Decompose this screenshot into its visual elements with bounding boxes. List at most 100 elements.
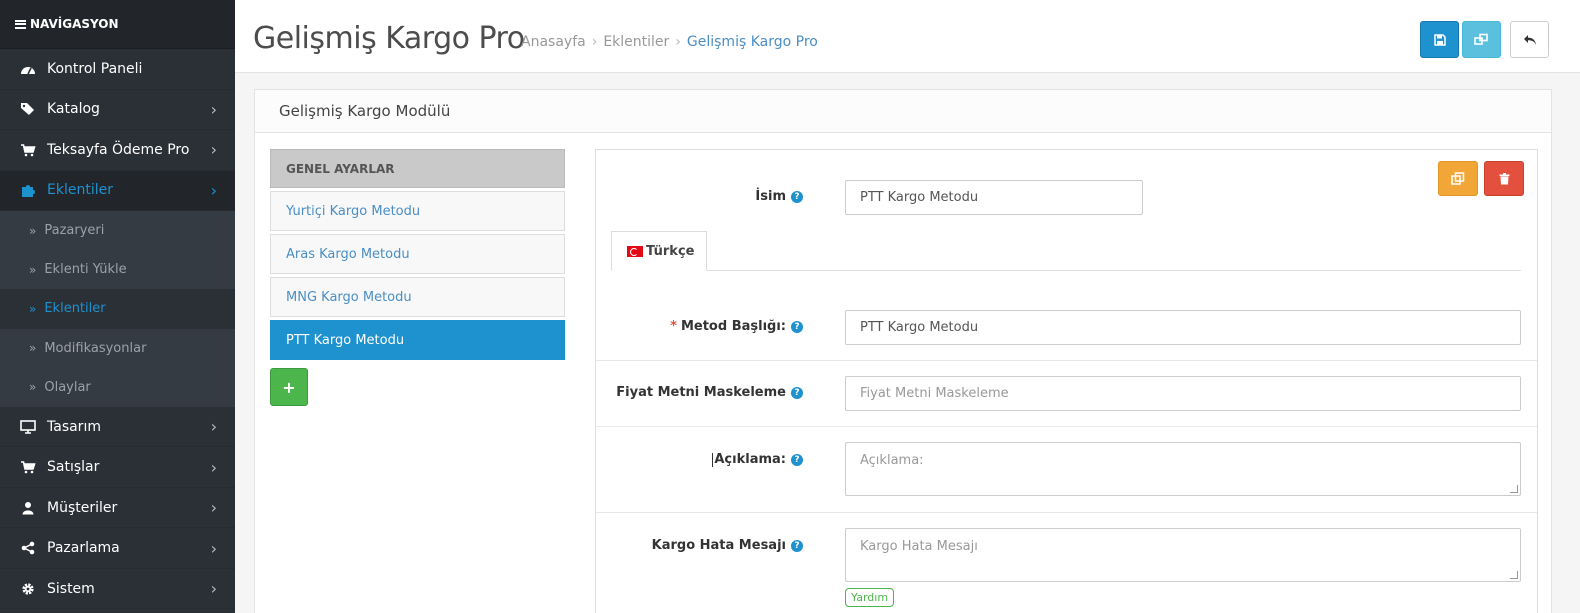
dashboard-icon <box>19 60 37 78</box>
sidebar-subitem-installer[interactable]: » Eklenti Yükle <box>0 250 235 289</box>
sidebar-item-catalog[interactable]: Katalog › <box>0 90 235 130</box>
sidebar-subitem-events[interactable]: » Olaylar <box>0 368 235 407</box>
help-badge[interactable]: Yardım <box>845 588 895 607</box>
double-chevron-icon: » <box>29 223 37 238</box>
sidebar-subitem-modifications[interactable]: » Modifikasyonlar <box>0 329 235 368</box>
sidebar-item-design[interactable]: Tasarım › <box>0 407 235 448</box>
chevron-right-icon: › <box>210 457 217 477</box>
sidebar-subitem-label: Olaylar <box>44 379 91 395</box>
sidebar-item-label: Katalog <box>47 101 100 118</box>
name-input[interactable]: PTT Kargo Metodu <box>845 180 1143 215</box>
double-chevron-icon: » <box>29 380 37 395</box>
sidebar-item-label: Müşteriler <box>47 499 118 516</box>
name-row: İsim ? PTT Kargo Metodu <box>596 180 1537 215</box>
page-header: Gelişmiş Kargo Pro Anasayfa › Eklentiler… <box>235 0 1580 73</box>
copy-icon <box>1474 33 1488 45</box>
help-icon[interactable]: ? <box>791 190 803 203</box>
cart-icon <box>19 458 37 476</box>
user-icon <box>19 499 37 517</box>
save-icon <box>1433 33 1446 46</box>
method-title-label-text: Metod Başlığı: <box>680 319 786 334</box>
help-icon[interactable]: ? <box>791 320 803 333</box>
cart-icon <box>19 141 37 159</box>
navigation-header-label: NAVİGASYON <box>30 17 119 31</box>
breadcrumb-extensions[interactable]: Eklentiler <box>603 34 669 50</box>
error-message-label: Kargo Hata Mesajı ? <box>652 538 803 553</box>
sidebar-item-label: Tasarım <box>47 418 101 435</box>
sidebar-item-dashboard[interactable]: Kontrol Paneli <box>0 49 235 90</box>
sidebar-subitem-extensions[interactable]: » Eklentiler <box>0 289 235 329</box>
method-item-mng[interactable]: MNG Kargo Metodu <box>270 277 565 317</box>
sidebar-item-system[interactable]: Sistem › <box>0 569 235 610</box>
description-label-text: Açıklama: <box>714 452 786 467</box>
description-textarea[interactable]: Açıklama: <box>845 442 1521 496</box>
required-mark: * <box>670 319 677 334</box>
navigation-header[interactable]: NAVİGASYON <box>0 0 235 49</box>
method-form: İsim ? PTT Kargo Metodu Türkçe * Metod B… <box>595 149 1538 613</box>
chevron-right-icon: › <box>210 180 217 200</box>
error-message-row: Kargo Hata Mesajı ? Kargo Hata Mesajı <box>596 528 1537 583</box>
sidebar-item-sales[interactable]: Satışlar › <box>0 447 235 488</box>
sidebar-item-extensions[interactable]: Eklentiler › <box>0 170 235 211</box>
share-icon <box>19 539 37 557</box>
hamburger-icon <box>15 19 26 29</box>
sidebar-item-label: Satışlar <box>47 459 100 476</box>
sidebar-item-label: Pazarlama <box>47 540 120 557</box>
plus-icon: + <box>282 377 296 397</box>
help-icon[interactable]: ? <box>791 539 803 552</box>
sidebar: NAVİGASYON Kontrol Paneli Katalog › Teks… <box>0 0 235 613</box>
breadcrumb-current[interactable]: Gelişmiş Kargo Pro <box>687 34 818 50</box>
turkey-flag-icon <box>627 245 643 257</box>
sidebar-subitem-label: Eklenti Yükle <box>44 262 127 278</box>
description-label: Açıklama: ? <box>712 452 803 467</box>
description-row: Açıklama: ? Açıklama: <box>596 442 1537 497</box>
sidebar-subitem-label: Pazaryeri <box>44 223 105 239</box>
save-and-stay-button[interactable] <box>1462 21 1501 58</box>
help-icon[interactable]: ? <box>791 453 803 466</box>
method-title-label: * Metod Başlığı: ? <box>670 319 803 334</box>
name-label: İsim ? <box>755 189 803 204</box>
method-item-ptt[interactable]: PTT Kargo Metodu <box>270 320 565 360</box>
method-title-input[interactable]: PTT Kargo Metodu <box>845 310 1521 345</box>
double-chevron-icon: » <box>29 262 37 277</box>
sidebar-item-label: Eklentiler <box>47 182 113 199</box>
sidebar-item-customers[interactable]: Müşteriler › <box>0 488 235 529</box>
divider <box>596 512 1537 513</box>
tab-turkish[interactable]: Türkçe <box>611 231 707 271</box>
divider <box>596 426 1537 427</box>
sidebar-item-marketing[interactable]: Pazarlama › <box>0 528 235 569</box>
back-button[interactable] <box>1510 21 1549 58</box>
sidebar-subitem-marketplace[interactable]: » Pazaryeri <box>0 211 235 250</box>
module-panel: Gelişmiş Kargo Modülü GENEL AYARLAR Yurt… <box>254 89 1552 613</box>
sidebar-item-teksayfa[interactable]: Teksayfa Ödeme Pro › <box>0 130 235 171</box>
breadcrumb: Anasayfa › Eklentiler › Gelişmiş Kargo P… <box>521 34 824 50</box>
chevron-right-icon: › <box>210 99 217 119</box>
price-mask-label: Fiyat Metni Maskeleme ? <box>616 385 803 400</box>
chevron-right-icon: › <box>210 417 217 437</box>
add-method-button[interactable]: + <box>270 368 308 406</box>
sidebar-item-label: Kontrol Paneli <box>47 60 143 77</box>
tab-label: Türkçe <box>646 243 695 259</box>
double-chevron-icon: » <box>29 341 37 356</box>
monitor-icon <box>19 418 37 436</box>
help-icon[interactable]: ? <box>791 386 803 399</box>
price-mask-row: Fiyat Metni Maskeleme ? Fiyat Metni Mask… <box>596 376 1537 411</box>
breadcrumb-separator: › <box>591 34 598 50</box>
sidebar-subitem-label: Eklentiler <box>44 301 106 317</box>
breadcrumb-separator: › <box>675 34 681 50</box>
price-mask-input[interactable]: Fiyat Metni Maskeleme <box>845 376 1521 411</box>
chevron-right-icon: › <box>210 579 217 599</box>
gear-icon <box>19 580 37 598</box>
language-tabs: Türkçe <box>611 231 1521 271</box>
error-message-textarea[interactable]: Kargo Hata Mesajı <box>845 528 1521 582</box>
sidebar-item-label: Teksayfa Ödeme Pro <box>47 141 190 158</box>
breadcrumb-home[interactable]: Anasayfa <box>521 34 586 50</box>
method-item-yurtici[interactable]: Yurtiçi Kargo Metodu <box>270 191 565 231</box>
method-item-aras[interactable]: Aras Kargo Metodu <box>270 234 565 274</box>
sidebar-item-label: Sistem <box>47 580 95 597</box>
method-list-header[interactable]: GENEL AYARLAR <box>270 149 565 188</box>
chevron-right-icon: › <box>210 498 217 518</box>
save-button[interactable] <box>1420 21 1459 58</box>
page-title: Gelişmiş Kargo Pro <box>253 21 525 56</box>
tags-icon <box>19 100 37 118</box>
